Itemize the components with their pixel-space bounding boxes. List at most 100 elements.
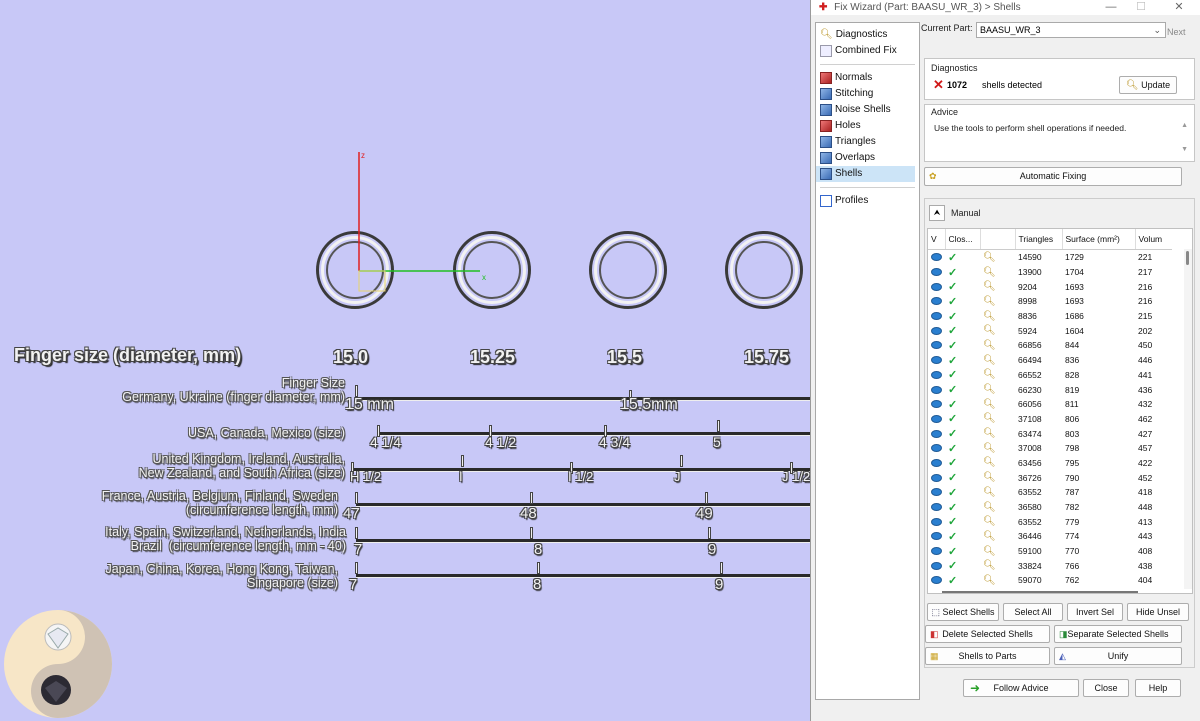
table-row[interactable]: ✓ 🔍︎ 36446 774 443 xyxy=(928,529,1172,544)
nav-item-noise-shells[interactable]: Noise Shells xyxy=(816,102,915,118)
visible-cell[interactable] xyxy=(928,250,945,265)
inspect-cell[interactable]: 🔍︎ xyxy=(980,265,1015,280)
eye-icon[interactable] xyxy=(931,312,942,321)
visible-cell[interactable] xyxy=(928,441,945,456)
inspect-cell[interactable]: 🔍︎ xyxy=(980,514,1015,529)
eye-icon[interactable] xyxy=(931,297,942,306)
inspect-cell[interactable]: 🔍︎ xyxy=(980,529,1015,544)
eye-icon[interactable] xyxy=(931,473,942,482)
visible-cell[interactable] xyxy=(928,382,945,397)
table-row[interactable]: ✓ 🔍︎ 59070 762 404 xyxy=(928,573,1172,588)
col-visible[interactable]: V xyxy=(928,229,946,250)
visible-cell[interactable] xyxy=(928,412,945,427)
table-row[interactable]: ✓ 🔍︎ 66056 811 432 xyxy=(928,397,1172,412)
nav-item-combined-fix[interactable]: Combined Fix xyxy=(816,43,915,59)
hide-unsel-button[interactable]: Hide Unsel xyxy=(1127,603,1189,621)
magnifier-icon[interactable]: 🔍︎ xyxy=(983,369,996,380)
magnifier-icon[interactable]: 🔍︎ xyxy=(983,267,996,278)
visible-cell[interactable] xyxy=(928,368,945,383)
visible-cell[interactable] xyxy=(928,456,945,471)
visible-cell[interactable] xyxy=(928,573,945,588)
table-row[interactable]: ✓ 🔍︎ 5924 1604 202 xyxy=(928,323,1172,338)
nav-item-profiles[interactable]: Profiles xyxy=(816,193,915,209)
visible-cell[interactable] xyxy=(928,544,945,559)
inspect-cell[interactable]: 🔍︎ xyxy=(980,485,1015,500)
visible-cell[interactable] xyxy=(928,265,945,280)
magnifier-icon[interactable]: 🔍︎ xyxy=(983,531,996,542)
table-row[interactable]: ✓ 🔍︎ 66856 844 450 xyxy=(928,338,1172,353)
inspect-cell[interactable]: 🔍︎ xyxy=(980,382,1015,397)
inspect-cell[interactable]: 🔍︎ xyxy=(980,544,1015,559)
minimize-button[interactable]: — xyxy=(1100,0,1122,15)
eye-icon[interactable] xyxy=(931,458,942,467)
visible-cell[interactable] xyxy=(928,309,945,324)
col-volume[interactable]: Volum xyxy=(1135,229,1172,250)
eye-icon[interactable] xyxy=(931,547,942,556)
magnifier-icon[interactable]: 🔍︎ xyxy=(983,560,996,571)
inspect-cell[interactable]: 🔍︎ xyxy=(980,294,1015,309)
eye-icon[interactable] xyxy=(931,385,942,394)
eye-icon[interactable] xyxy=(931,414,942,423)
wizard-titlebar[interactable]: ✚ Fix Wizard (Part: BAASU_WR_3) > Shells… xyxy=(811,0,1200,15)
magnifier-icon[interactable]: 🔍︎ xyxy=(983,428,996,439)
eye-icon[interactable] xyxy=(931,503,942,512)
unify-button[interactable]: ◭ Unify xyxy=(1054,647,1182,665)
col-closed[interactable]: Clos... xyxy=(945,229,981,250)
shells-table[interactable]: V Clos... Triangles Surface (mm²) Volum … xyxy=(927,228,1193,594)
visible-cell[interactable] xyxy=(928,485,945,500)
separate-selected-shells-button[interactable]: ◨ Separate Selected Shells xyxy=(1054,625,1182,643)
table-row[interactable]: ✓ 🔍︎ 63474 803 427 xyxy=(928,426,1172,441)
eye-icon[interactable] xyxy=(931,429,942,438)
magnifier-icon[interactable]: 🔍︎ xyxy=(983,472,996,483)
col-inspect[interactable] xyxy=(980,229,1016,250)
col-triangles[interactable]: Triangles xyxy=(1015,229,1063,250)
magnifier-icon[interactable]: 🔍︎ xyxy=(983,487,996,498)
table-row[interactable]: ✓ 🔍︎ 37108 806 462 xyxy=(928,412,1172,427)
magnifier-icon[interactable]: 🔍︎ xyxy=(983,457,996,468)
magnifier-icon[interactable]: 🔍︎ xyxy=(983,252,996,263)
nav-item-normals[interactable]: Normals xyxy=(816,70,915,86)
visible-cell[interactable] xyxy=(928,294,945,309)
nav-item-holes[interactable]: Holes xyxy=(816,118,915,134)
table-row[interactable]: ✓ 🔍︎ 8998 1693 216 xyxy=(928,294,1172,309)
visible-cell[interactable] xyxy=(928,558,945,573)
magnifier-icon[interactable]: 🔍︎ xyxy=(983,502,996,513)
table-row[interactable]: ✓ 🔍︎ 66494 836 446 xyxy=(928,353,1172,368)
nav-item-diagnostics[interactable]: 🔍︎ Diagnostics xyxy=(816,27,915,43)
magnifier-icon[interactable]: 🔍︎ xyxy=(983,443,996,454)
close-button[interactable]: Close xyxy=(1083,679,1129,697)
update-button[interactable]: 🔍︎ Update xyxy=(1119,76,1177,94)
table-row[interactable]: ✓ 🔍︎ 13900 1704 217 xyxy=(928,265,1172,280)
select-shells-button[interactable]: ⬚ Select Shells xyxy=(927,603,999,621)
visible-cell[interactable] xyxy=(928,397,945,412)
nav-item-stitching[interactable]: Stitching xyxy=(816,86,915,102)
inspect-cell[interactable]: 🔍︎ xyxy=(980,309,1015,324)
ring-model-4[interactable] xyxy=(725,231,803,309)
help-button[interactable]: Help xyxy=(1135,679,1181,697)
magnifier-icon[interactable]: 🔍︎ xyxy=(983,384,996,395)
eye-icon[interactable] xyxy=(931,253,942,262)
table-row[interactable]: ✓ 🔍︎ 14590 1729 221 xyxy=(928,250,1172,265)
ring-model-3[interactable] xyxy=(589,231,667,309)
table-row[interactable]: ✓ 🔍︎ 36726 790 452 xyxy=(928,470,1172,485)
automatic-fixing-button[interactable]: ✿ Automatic Fixing xyxy=(924,167,1182,186)
invert-sel-button[interactable]: Invert Sel xyxy=(1067,603,1123,621)
inspect-cell[interactable]: 🔍︎ xyxy=(980,426,1015,441)
table-hscrollbar[interactable] xyxy=(942,591,1138,593)
visible-cell[interactable] xyxy=(928,426,945,441)
eye-icon[interactable] xyxy=(931,282,942,291)
nav-item-triangles[interactable]: Triangles xyxy=(816,134,915,150)
collapse-manual-button[interactable]: ⮝ xyxy=(929,205,945,221)
current-part-select[interactable]: BAASU_WR_3 ⌄ xyxy=(976,22,1166,38)
scroll-down-icon[interactable]: ▼ xyxy=(1181,146,1188,153)
inspect-cell[interactable]: 🔍︎ xyxy=(980,279,1015,294)
inspect-cell[interactable]: 🔍︎ xyxy=(980,397,1015,412)
follow-advice-button[interactable]: ➜ Follow Advice xyxy=(963,679,1079,697)
eye-icon[interactable] xyxy=(931,400,942,409)
eye-icon[interactable] xyxy=(931,444,942,453)
magnifier-icon[interactable]: 🔍︎ xyxy=(983,399,996,410)
eye-icon[interactable] xyxy=(931,561,942,570)
table-row[interactable]: ✓ 🔍︎ 66552 828 441 xyxy=(928,368,1172,383)
magnifier-icon[interactable]: 🔍︎ xyxy=(983,575,996,586)
col-surface[interactable]: Surface (mm²) xyxy=(1062,229,1136,250)
